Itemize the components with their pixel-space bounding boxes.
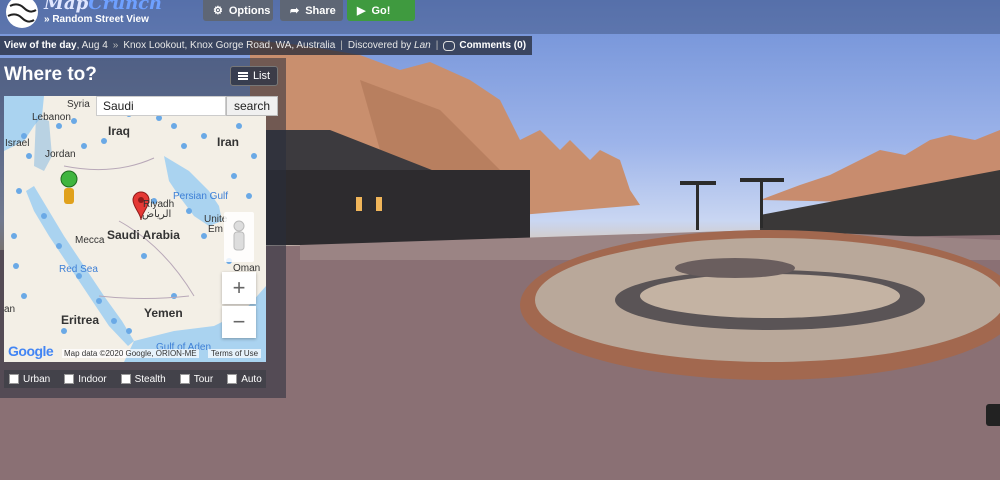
view-of-day-date: , Aug 4	[76, 40, 108, 51]
firepit-center	[640, 274, 900, 318]
share-arrow-icon: ➦	[290, 5, 300, 17]
filter-auto-label: Auto	[241, 373, 262, 385]
lamp-head-1	[680, 181, 716, 185]
lamp-head-2	[740, 178, 784, 182]
discoverer-link[interactable]: Lan	[414, 40, 431, 51]
map-label-emirates: Em	[208, 224, 223, 235]
top-bar: MapCrunch » Random Street View ⚙ Options…	[0, 0, 1000, 34]
map-label-saudi-arabia: Saudi Arabia	[107, 228, 180, 242]
options-button[interactable]: ⚙ Options	[203, 0, 273, 21]
tent-wall	[250, 170, 530, 245]
play-icon: ▶	[357, 5, 366, 17]
filter-tour[interactable]: Tour	[175, 374, 213, 385]
filter-stealth[interactable]: Stealth	[116, 374, 166, 385]
location-link[interactable]: Knox Lookout, Knox Gorge Road, WA, Austr…	[123, 40, 335, 51]
map-label-yemen: Yemen	[144, 306, 183, 320]
mapcrunch-logo[interactable]: MapCrunch » Random Street View	[4, 0, 162, 30]
filter-urban-label: Urban	[23, 373, 51, 385]
search-input[interactable]	[96, 96, 226, 116]
map-label-iraq: Iraq	[108, 124, 131, 138]
pegman-icon	[233, 220, 245, 251]
filter-indoor[interactable]: Indoor	[59, 373, 107, 385]
map-label-lebanon: Lebanon	[32, 112, 71, 123]
zoom-out-button[interactable]: −	[222, 306, 256, 338]
filter-stealth-label: Stealth	[134, 373, 166, 385]
map-label-israel: Israel	[5, 138, 30, 149]
globe-icon	[6, 0, 38, 28]
list-label: List	[252, 70, 271, 82]
share-button[interactable]: ➦ Share	[280, 0, 343, 21]
options-label: Options	[228, 4, 271, 17]
comment-icon	[443, 40, 456, 51]
filter-urban[interactable]: Urban	[4, 374, 50, 385]
gear-icon: ⚙	[213, 5, 223, 17]
zoom-in-button[interactable]: +	[222, 272, 256, 304]
view-of-day-bar: View of the day , Aug 4 » Knox Lookout, …	[0, 36, 532, 55]
street-view-pegman-control[interactable]	[224, 212, 254, 262]
tent-window-1	[356, 197, 362, 211]
map-label-eritrea: Eritrea	[61, 313, 100, 327]
map-label-jordan: Jordan	[45, 149, 76, 160]
filter-tour-label: Tour	[193, 373, 214, 385]
terms-of-use-link[interactable]: Terms of Use	[208, 349, 262, 358]
map-label-riyadh-ar: الرياض	[142, 209, 172, 220]
checkbox-tour[interactable]	[179, 374, 190, 384]
checkbox-urban[interactable]	[9, 374, 19, 384]
lamp-post-1	[696, 185, 699, 230]
divider: |	[340, 40, 343, 51]
map-label-syria: Syria	[67, 99, 90, 110]
discovered-prefix: Discovered by	[347, 40, 412, 51]
checkbox-auto[interactable]	[227, 374, 238, 384]
filter-indoor-label: Indoor	[78, 373, 107, 385]
view-of-day-label: View of the day	[4, 40, 77, 51]
share-label: Share	[305, 4, 336, 17]
go-button[interactable]: ▶ Go!	[347, 0, 415, 21]
map-label-persian-gulf: Persian Gulf	[173, 191, 229, 202]
firepit-top	[675, 258, 795, 278]
divider: |	[435, 40, 439, 51]
map-label-mecca: Mecca	[75, 235, 105, 246]
list-icon	[237, 72, 248, 80]
checkbox-stealth[interactable]	[120, 374, 131, 384]
map-label-red-sea: Red Sea	[59, 264, 98, 275]
map-label-an: an	[4, 304, 16, 315]
breadcrumb-arrow: »	[112, 40, 119, 51]
go-label: Go!	[371, 4, 391, 17]
checkbox-indoor[interactable]	[64, 374, 75, 384]
side-panel-toggle[interactable]	[986, 404, 1000, 426]
comments-link[interactable]: Comments (0)	[459, 40, 526, 51]
lamp-post-2	[760, 180, 763, 228]
tent-window-2	[376, 197, 382, 211]
panel-title: Where to?	[4, 64, 97, 85]
list-button[interactable]: List	[230, 66, 278, 86]
filter-options: Urban Indoor Stealth Tour Auto	[4, 370, 266, 388]
map-label-iran: Iran	[217, 135, 240, 149]
logo-name: MapCrunch	[44, 0, 163, 14]
filter-auto[interactable]: Auto	[222, 374, 262, 385]
logo-subtitle: » Random Street View	[44, 14, 149, 25]
search-button[interactable]: search	[226, 96, 278, 116]
map-attribution: Map data ©2020 Google, ORION-ME	[62, 349, 199, 358]
google-logo: Google	[8, 343, 54, 359]
